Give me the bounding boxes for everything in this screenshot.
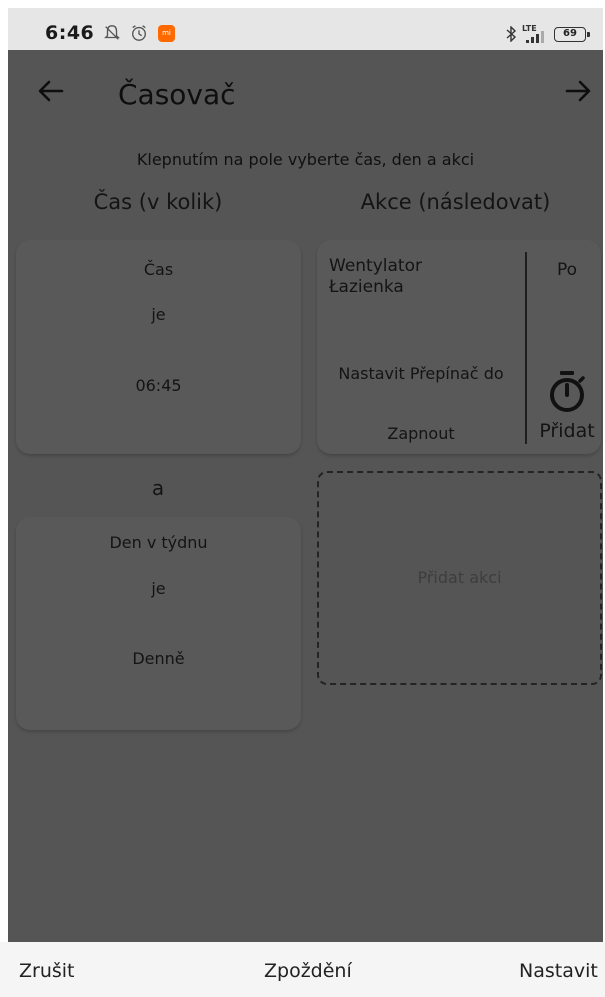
action-card[interactable]: Wentylator Łazienka Po Nastavit Přepínač…	[317, 240, 601, 454]
day-value: Denně	[132, 649, 185, 668]
time-value: 06:45	[135, 376, 182, 395]
alarm-icon	[132, 25, 146, 41]
device-name-line2: Łazienka	[329, 277, 404, 297]
device-name: Wentylator Łazienka	[329, 256, 519, 298]
time-column-header: Čas (v kolik)	[93, 190, 223, 214]
page-title: Časovač	[118, 78, 236, 111]
add-action-button[interactable]: Přidat akci	[317, 471, 602, 685]
notifications-off-icon	[104, 25, 120, 40]
day-condition-card[interactable]: Den v týdnu je Denně	[16, 517, 301, 730]
timer-icon[interactable]	[547, 370, 587, 414]
mi-app-icon: mi	[158, 25, 175, 42]
arrow-right-icon[interactable]	[563, 76, 593, 106]
time-label: Čas	[143, 260, 174, 279]
action-description: Nastavit Přepínač do	[338, 364, 504, 383]
signal-icon	[526, 31, 544, 43]
cancel-button[interactable]: Zrušit	[19, 960, 75, 982]
conjunction-label: a	[151, 476, 165, 500]
add-action-label: Přidat akci	[417, 568, 502, 587]
add-delay-button[interactable]: Přidat	[531, 420, 603, 442]
instruction-text: Klepnutím na pole vyberte čas, den a akc…	[136, 150, 475, 169]
bottom-action-bar: Zrušit Zpoždění Nastavit	[0, 942, 605, 997]
time-operator: je	[151, 305, 166, 324]
action-divider	[525, 252, 527, 444]
action-column-header: Akce (následovat)	[360, 190, 551, 214]
device-name-line1: Wentylator	[329, 256, 422, 276]
bluetooth-icon	[506, 26, 517, 42]
day-operator: je	[151, 579, 166, 598]
status-bar: 6:46 mi LTE 69	[8, 8, 603, 50]
battery-icon: 69	[554, 27, 590, 42]
action-day: Po	[556, 260, 578, 280]
day-label: Den v týdnu	[109, 533, 208, 552]
app-bar: Časovač	[8, 50, 603, 136]
timer-editor: Klepnutím na pole vyberte čas, den a akc…	[8, 136, 603, 942]
arrow-left-icon[interactable]	[36, 76, 66, 106]
status-time: 6:46	[45, 22, 95, 44]
time-condition-card[interactable]: Čas je 06:45	[16, 240, 301, 454]
action-value: Zapnout	[387, 424, 455, 443]
delay-button[interactable]: Zpoždění	[264, 960, 352, 982]
set-button[interactable]: Nastavit	[519, 960, 598, 982]
